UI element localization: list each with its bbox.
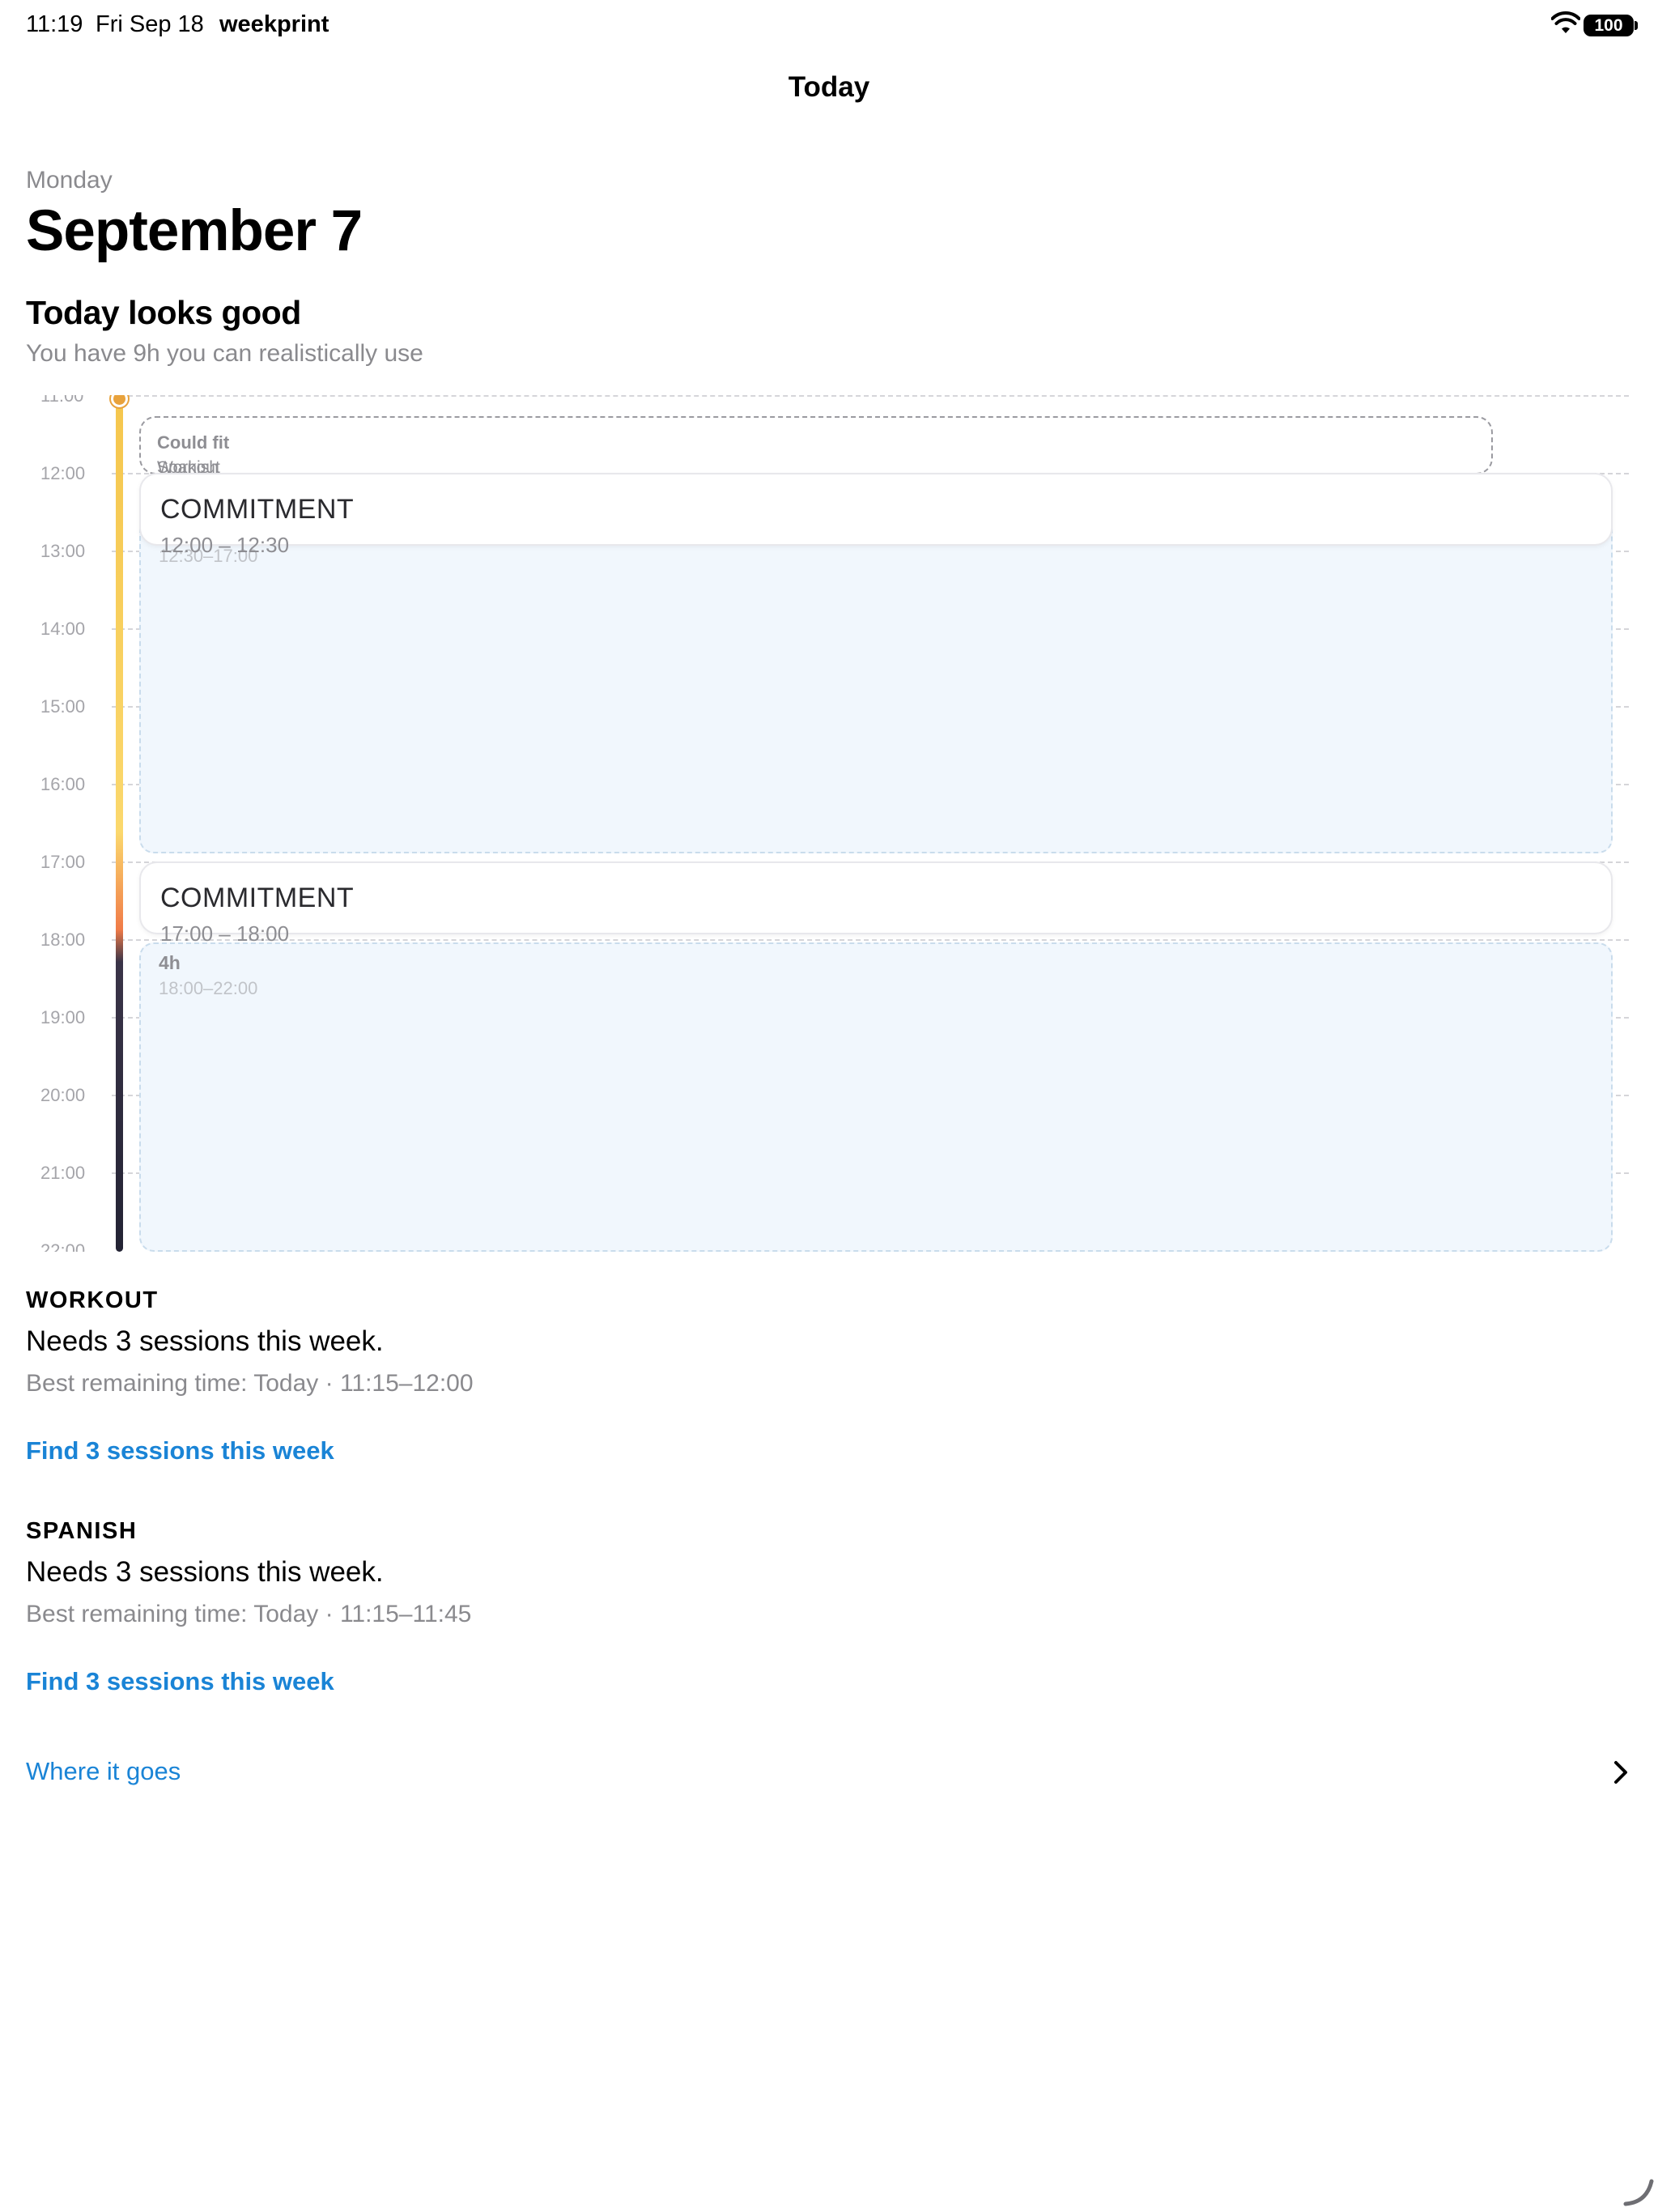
- hour-label: 13:00: [40, 541, 86, 561]
- goal-best-time-workout: Best remaining time: Today · 11:15–12:00: [26, 1370, 474, 1397]
- free-time-block[interactable]: 12:30–17:00: [139, 515, 1613, 853]
- battery-level: 100: [1594, 16, 1623, 35]
- could-fit-card[interactable]: Could fit Workout Spanish: [139, 416, 1493, 477]
- hour-label: 14:00: [40, 619, 86, 639]
- day-progress-rail: [116, 395, 123, 1252]
- goal-best-time-spanish: Best remaining time: Today · 11:15–11:45: [26, 1601, 472, 1627]
- status-bar: 11:19 Fri Sep 18 weekprint 100: [0, 0, 1658, 52]
- chevron-right-icon[interactable]: [1611, 1760, 1630, 1784]
- goal-title-spanish: SPANISH: [26, 1518, 138, 1544]
- find-sessions-spanish-button[interactable]: Find 3 sessions this week: [26, 1667, 334, 1696]
- goal-title-workout: WORKOUT: [26, 1287, 159, 1313]
- hour-label: 19:00: [40, 1007, 86, 1027]
- hour-label: 17:00: [40, 852, 86, 872]
- goal-need-spanish: Needs 3 sessions this week.: [26, 1556, 384, 1588]
- commitment-time: 12:00 – 12:30: [160, 533, 290, 557]
- resize-handle-icon[interactable]: [1622, 2178, 1655, 2207]
- hour-label: 22:00: [40, 1240, 86, 1252]
- commitment-title: COMMITMENT: [160, 494, 355, 525]
- day-subline: You have 9h you can realistically use: [26, 340, 423, 367]
- where-it-goes-link[interactable]: Where it goes: [26, 1757, 181, 1786]
- could-fit-label: Could fit: [157, 432, 230, 453]
- status-date: Fri Sep 18: [96, 11, 204, 37]
- hour-label: 21:00: [40, 1163, 86, 1183]
- status-app-name: weekprint: [219, 11, 329, 37]
- hour-label: 15:00: [40, 696, 86, 717]
- hour-label: 16:00: [40, 774, 86, 794]
- free-time-block[interactable]: 4h 18:00–22:00: [139, 942, 1613, 1252]
- hour-label: 11:00: [40, 395, 84, 406]
- commitment-card[interactable]: COMMITMENT 17:00 – 18:00: [139, 861, 1613, 946]
- hour-gridline: [112, 395, 1629, 397]
- current-time-indicator: [111, 395, 128, 407]
- free-time-duration: 4h: [159, 952, 181, 973]
- status-time: 11:19: [26, 11, 83, 37]
- hour-gridline: [112, 939, 1629, 941]
- weekday-label: Monday: [26, 167, 113, 194]
- goal-need-workout: Needs 3 sessions this week.: [26, 1325, 384, 1357]
- hour-label: 20:00: [40, 1085, 86, 1105]
- commitment-time: 17:00 – 18:00: [160, 921, 290, 946]
- free-time-range: 18:00–22:00: [159, 978, 258, 998]
- find-sessions-workout-button[interactable]: Find 3 sessions this week: [26, 1436, 334, 1465]
- battery-icon: 100: [1584, 15, 1638, 36]
- day-headline: Today looks good: [26, 294, 301, 331]
- commitment-card[interactable]: COMMITMENT 12:00 – 12:30: [139, 473, 1613, 557]
- commitment-title: COMMITMENT: [160, 883, 355, 913]
- nav-title: Today: [788, 71, 870, 103]
- day-timeline[interactable]: 11:00 12:00 13:00 14:00 15:00 16:00 17:0…: [0, 395, 1658, 1252]
- hour-label: 12:00: [40, 463, 86, 483]
- date-title: September 7: [26, 199, 363, 263]
- wifi-icon: [1551, 11, 1580, 33]
- battery-cap: [1635, 21, 1638, 30]
- hour-label: 18:00: [40, 929, 86, 950]
